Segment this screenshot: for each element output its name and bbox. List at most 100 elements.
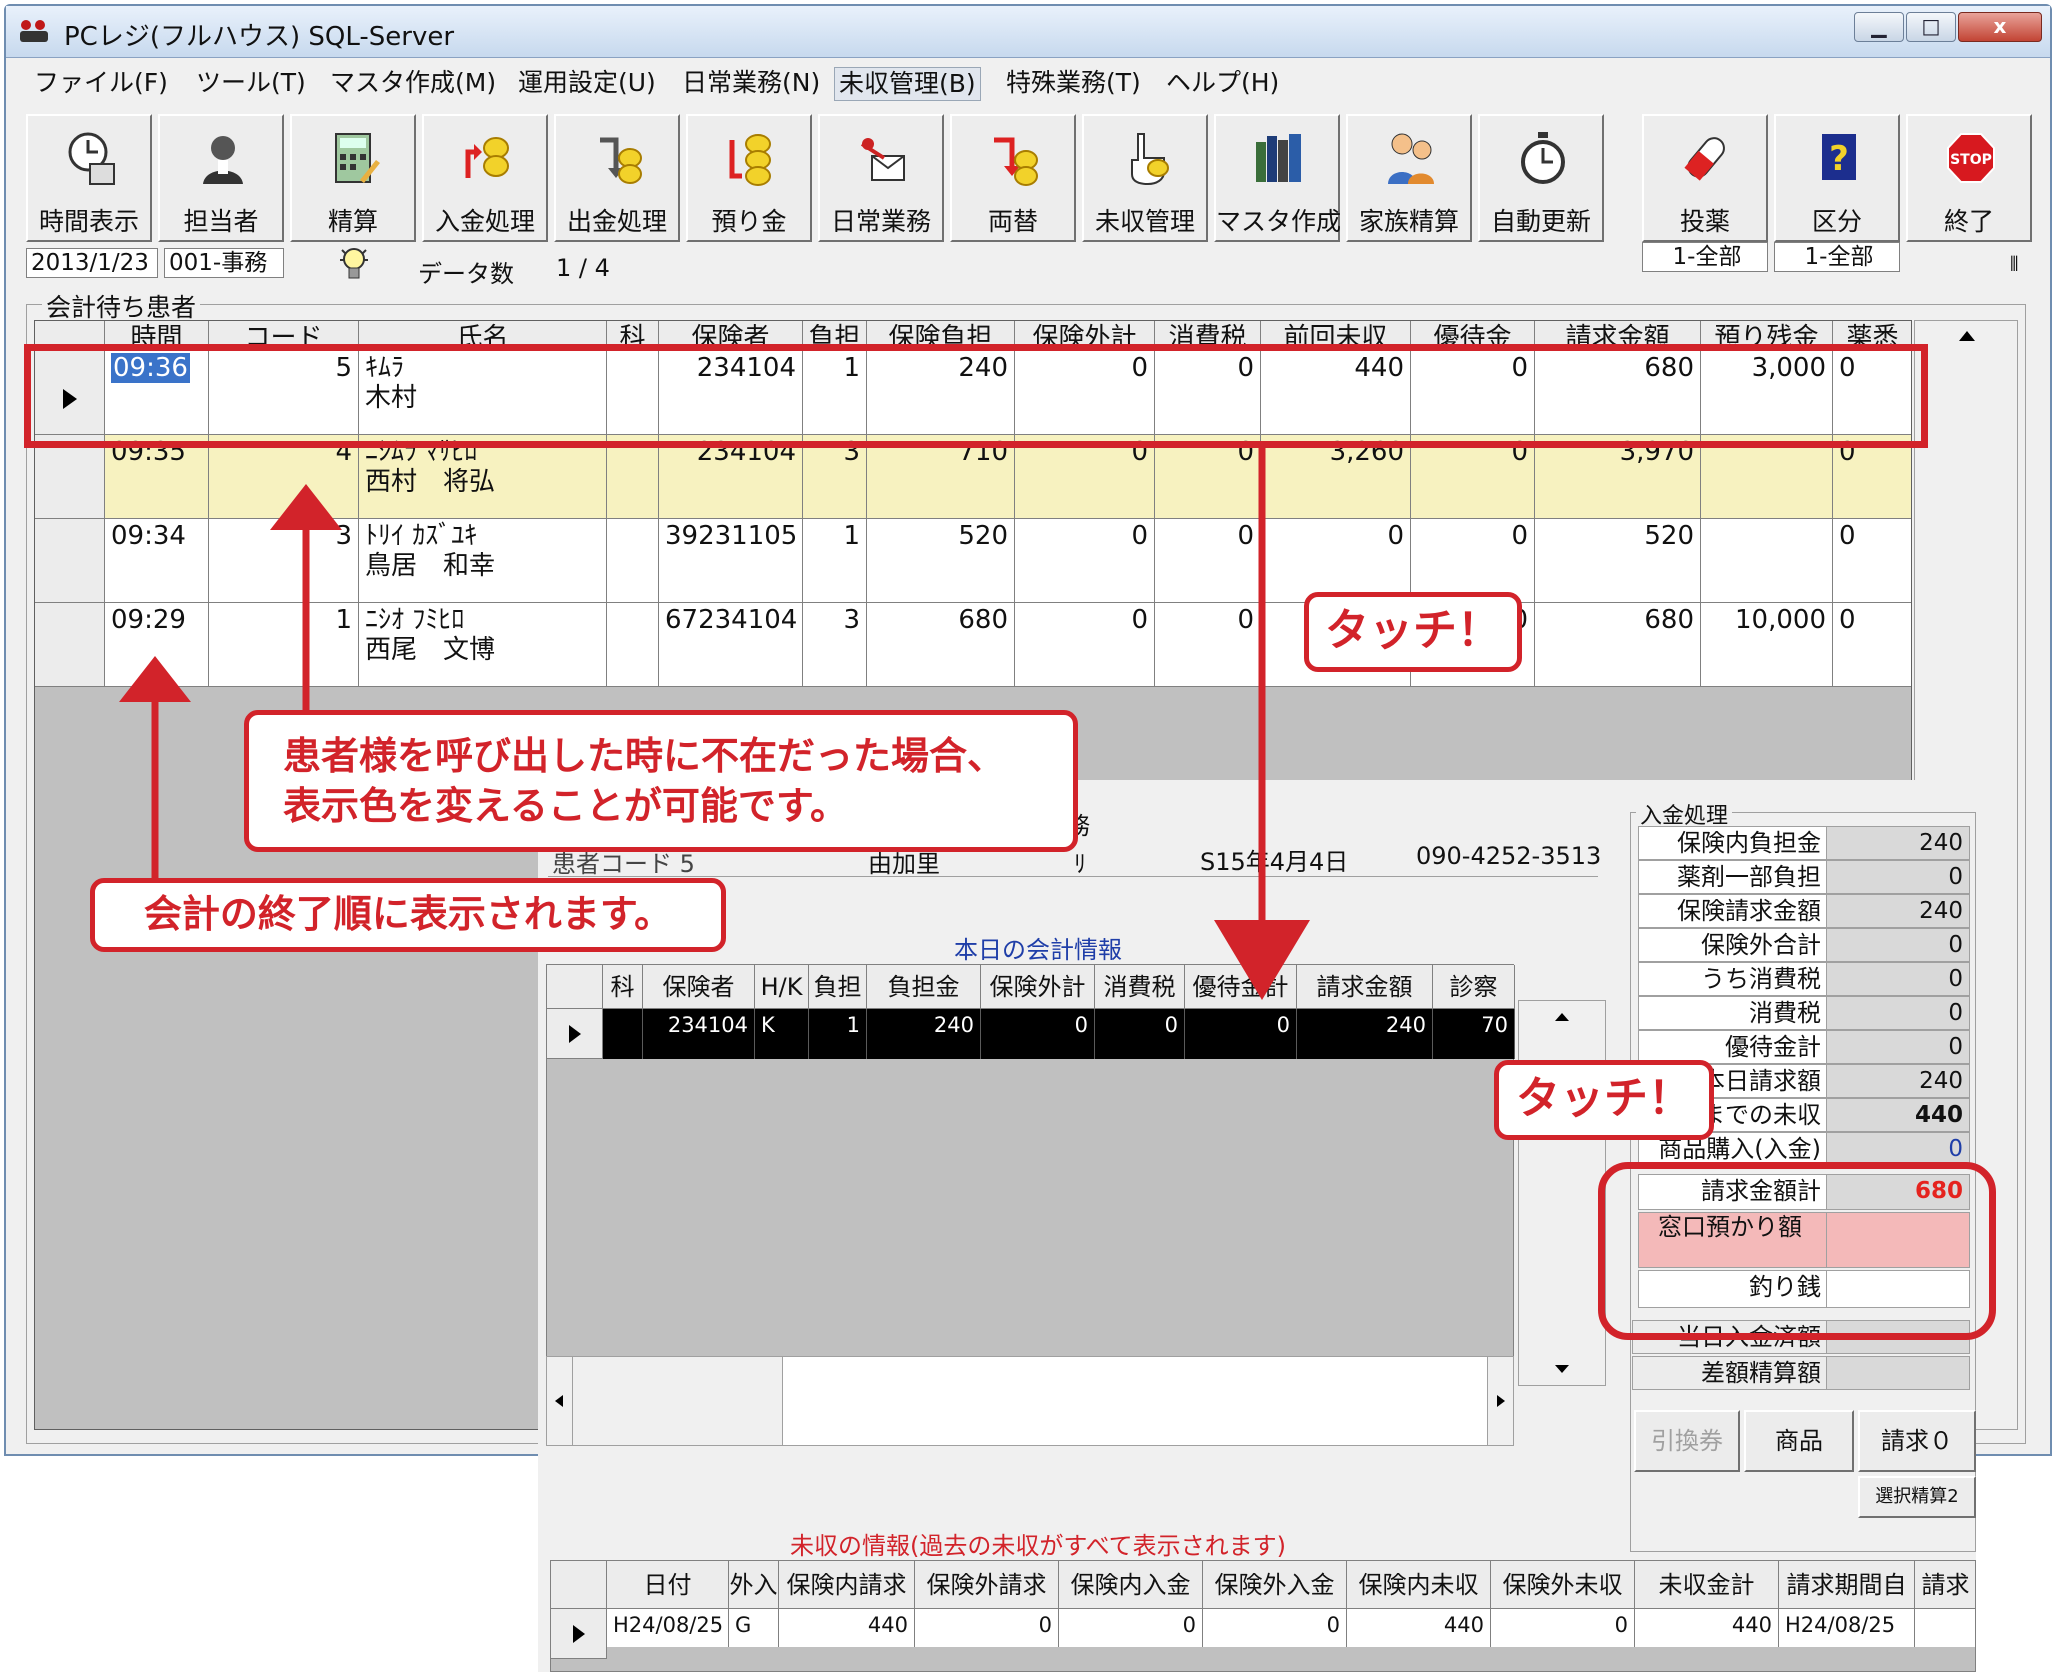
menu-settings[interactable]: 運用設定(U): [514, 67, 660, 101]
hand-coin-icon: [1131, 133, 1169, 186]
name-cell: 西尾 文博: [365, 635, 496, 665]
category-filter[interactable]: 1-全部: [1774, 242, 1900, 272]
tool-label: 自動更新: [1490, 207, 1591, 236]
menu-special[interactable]: 特殊業務(T): [1002, 67, 1145, 101]
code-cell: 3: [209, 519, 359, 603]
today-futankin-cell: 240: [867, 1009, 981, 1059]
scroll-up-icon[interactable]: [1959, 331, 1975, 341]
ka-cell: [607, 603, 659, 687]
close-button[interactable]: x: [1958, 12, 2042, 42]
title-bar[interactable]: PCレジ(フルハウス) SQL-Server ▁ □ x: [6, 6, 2050, 58]
payment-value: 0: [1826, 1132, 1970, 1166]
voucher-button[interactable]: 引換券: [1634, 1410, 1740, 1472]
col-header-in-mishu[interactable]: 保険内未収: [1347, 1561, 1491, 1609]
exit-button[interactable]: STOP 終了: [1906, 114, 2032, 242]
medicine-filter[interactable]: 1-全部: [1642, 242, 1768, 272]
row-selector[interactable]: [35, 519, 105, 603]
col-header-in-nyukin[interactable]: 保険内入金: [1059, 1561, 1203, 1609]
auto-update-button[interactable]: 自動更新: [1478, 114, 1604, 242]
col-header-out-mishu[interactable]: 保険外未収: [1491, 1561, 1635, 1609]
col-header-futan[interactable]: 負担: [809, 965, 867, 1009]
deposit-process-button[interactable]: 入金処理: [422, 114, 548, 242]
uncollected-total-cell: 440: [1635, 1609, 1779, 1647]
select-settle-button[interactable]: 選択精算2: [1858, 1476, 1976, 1518]
exchange-button[interactable]: 両替: [950, 114, 1076, 242]
col-header-date[interactable]: 日付: [607, 1561, 729, 1609]
payment-label: 消費税: [1638, 996, 1828, 1030]
menu-help[interactable]: ヘルプ(H): [1162, 67, 1283, 101]
menu-tools[interactable]: ツール(T): [192, 67, 310, 101]
deposit-money-button[interactable]: 預り金: [686, 114, 812, 242]
today-grid-vscroll[interactable]: [1518, 1000, 1606, 1386]
col-header-seikyu[interactable]: 請求: [1915, 1561, 1975, 1609]
master-create-button[interactable]: マスタ作成: [1214, 114, 1341, 242]
uncollected-grid[interactable]: 日付 外入 保険内請求 保険外請求 保険内入金 保険外入金 保険内未収 保険外未…: [550, 1560, 1976, 1672]
col-header-insurer[interactable]: 保険者: [643, 965, 755, 1009]
row-selector[interactable]: [35, 603, 105, 687]
scroll-up-icon[interactable]: [1555, 1013, 1569, 1021]
col-header-total[interactable]: 未収金計: [1635, 1561, 1779, 1609]
order-callout: 会計の終了順に表示されます。: [90, 878, 726, 952]
futan-cell: 1: [803, 519, 867, 603]
minimize-button[interactable]: ▁: [1854, 12, 1904, 42]
absent-callout-line1: 患者様を呼び出した時に不在だった場合、: [283, 734, 1006, 778]
col-header-ka[interactable]: 科: [603, 965, 643, 1009]
scroll-down-icon[interactable]: [1555, 1365, 1569, 1373]
uncollected-button[interactable]: 未収管理: [1082, 114, 1208, 242]
insurer-cell: 39231105: [659, 519, 803, 603]
payment-value: 0: [1826, 928, 1970, 962]
col-header-futankin[interactable]: 負担金: [867, 965, 981, 1009]
hokengai-cell: 0: [1015, 519, 1155, 603]
family-icon: [1388, 133, 1434, 184]
scroll-left-icon[interactable]: [555, 1395, 563, 1407]
family-settle-button[interactable]: 家族精算: [1346, 114, 1472, 242]
medicine-button[interactable]: 投薬: [1642, 114, 1768, 242]
row-selector[interactable]: [547, 1009, 603, 1059]
table-row[interactable]: 09:29 1 ﾆｼｵ ﾌﾐﾋﾛ 西尾 文博 67234104 3 680 0 0…: [35, 603, 1911, 687]
col-header-gainyu[interactable]: 外入: [729, 1561, 779, 1609]
name-cell: 鳥居 和幸: [365, 551, 496, 581]
stopwatch-icon: [1521, 132, 1565, 184]
diff-value: [1826, 1356, 1970, 1390]
svg-text:?: ?: [1829, 139, 1849, 179]
payment-value: 0: [1826, 1030, 1970, 1064]
col-header-out-nyukin[interactable]: 保険外入金: [1203, 1561, 1347, 1609]
menu-daily[interactable]: 日常業務(N): [678, 67, 824, 101]
menu-bar: ファイル(F) ツール(T) マスタ作成(M) 運用設定(U) 日常業務(N) …: [6, 60, 2050, 106]
today-futan-cell: 1: [809, 1009, 867, 1059]
scroll-thumb[interactable]: [573, 1357, 783, 1445]
col-header-out-seikyu[interactable]: 保険外請求: [915, 1561, 1059, 1609]
staff-button[interactable]: 担当者: [158, 114, 284, 242]
hoken-futan-cell: 680: [867, 603, 1015, 687]
col-header-hk[interactable]: H/K: [755, 965, 809, 1009]
question-book-icon: ?: [1822, 134, 1856, 180]
lightbulb-icon: [340, 248, 368, 279]
today-grid-hscroll[interactable]: [546, 1356, 1514, 1446]
today-info-grid[interactable]: 科 保険者 H/K 負担 負担金 保険外計 消費税 優待金計 請求金額 診察 2…: [546, 964, 1515, 1384]
col-header-yutai[interactable]: 優待金計: [1185, 965, 1297, 1009]
col-header-from[interactable]: 請求期間自: [1779, 1561, 1915, 1609]
scroll-right-icon[interactable]: [1497, 1395, 1505, 1407]
table-row[interactable]: 09:34 3 ﾄﾘｲ ｶｽﾞﾕｷ 鳥居 和幸 39231105 1 520 0 …: [35, 519, 1911, 603]
col-header-hokengai[interactable]: 保険外計: [981, 965, 1095, 1009]
uncollected-out-mishu-cell: 0: [1491, 1609, 1635, 1647]
maximize-button[interactable]: □: [1906, 12, 1956, 42]
settle-button[interactable]: 精算: [290, 114, 416, 242]
menu-uncollected[interactable]: 未収管理(B): [834, 67, 981, 101]
staff-field: 001-事務: [164, 248, 284, 278]
bill-button[interactable]: 請求０: [1858, 1410, 1976, 1472]
uncollected-in-nyukin-cell: 0: [1059, 1609, 1203, 1647]
menu-master[interactable]: マスタ作成(M): [326, 67, 500, 101]
menu-file[interactable]: ファイル(F): [30, 67, 172, 101]
col-header-in-seikyu[interactable]: 保険内請求: [779, 1561, 915, 1609]
category-button[interactable]: ? 区分: [1774, 114, 1900, 242]
row-selector[interactable]: [551, 1609, 607, 1659]
col-header-seikyu[interactable]: 請求金額: [1297, 965, 1433, 1009]
stop-text: STOP: [1950, 152, 1992, 168]
col-header-tax[interactable]: 消費税: [1095, 965, 1185, 1009]
goods-button[interactable]: 商品: [1744, 1410, 1854, 1472]
withdraw-process-button[interactable]: 出金処理: [554, 114, 680, 242]
col-header-shinsatsu[interactable]: 診察: [1433, 965, 1515, 1009]
daily-work-button[interactable]: 日常業務: [818, 114, 944, 242]
time-display-button[interactable]: 時間表示: [26, 114, 152, 242]
